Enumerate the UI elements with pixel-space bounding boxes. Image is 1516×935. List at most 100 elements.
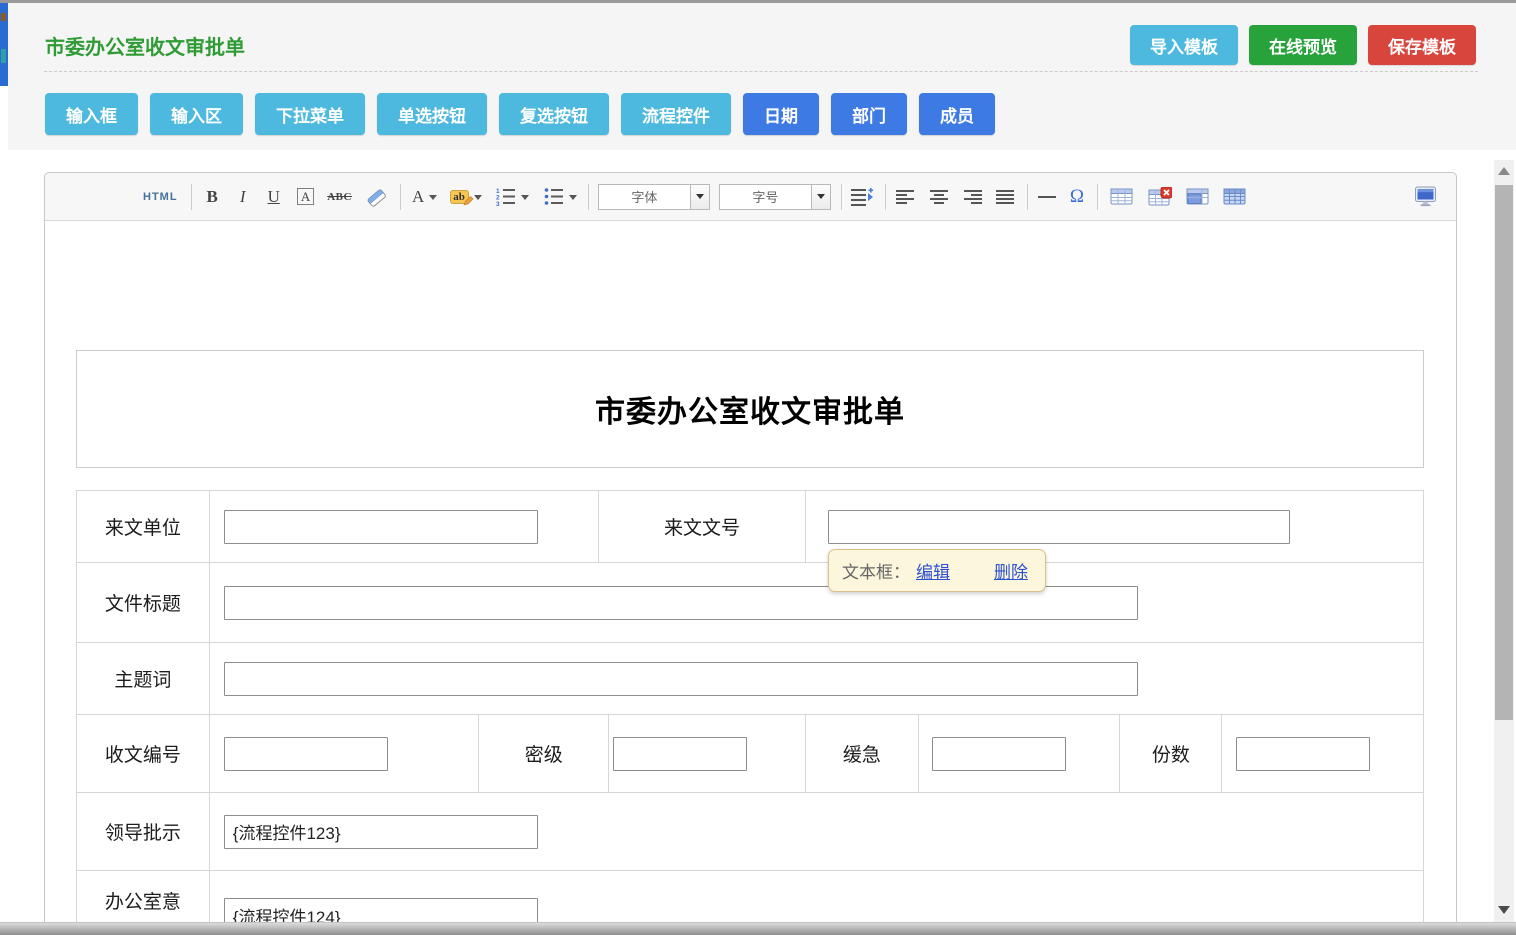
insert-table-icon[interactable] <box>1110 187 1133 206</box>
highlight-icon[interactable]: ab <box>450 190 482 204</box>
editor-toolbar: HTML B I U A ABC A ab <box>45 173 1456 221</box>
align-center-icon[interactable] <box>929 189 949 205</box>
table-row: 文件标题 <box>77 563 1423 643</box>
dropdown-button[interactable] <box>690 185 709 209</box>
scroll-down-arrow-icon[interactable] <box>1498 906 1510 914</box>
edit-field-link[interactable]: 编辑 <box>916 558 950 583</box>
save-template-button[interactable]: 保存模板 <box>1368 25 1476 65</box>
scroll-up-arrow-icon[interactable] <box>1498 167 1510 175</box>
incoming-doc-number-input[interactable] <box>828 510 1290 544</box>
header-divider <box>44 71 1478 72</box>
align-right-icon[interactable] <box>962 189 982 205</box>
incoming-unit-input[interactable] <box>224 510 538 544</box>
form-title-box: 市委办公室收文审批单 <box>76 350 1424 468</box>
tooltip-label: 文本框： <box>842 558 910 583</box>
strikethrough-icon[interactable]: ABC <box>327 191 352 203</box>
field-cell <box>210 715 480 792</box>
add-textarea-button[interactable]: 输入区 <box>150 93 243 135</box>
template-action-buttons: 导入模板 在线预览 保存模板 <box>1130 25 1476 65</box>
approval-form-table: 来文单位 来文文号 文件标题 主题词 <box>76 490 1424 935</box>
table-row: 领导批示 <box>77 793 1423 871</box>
table-row: 来文单位 来文文号 <box>77 491 1423 563</box>
add-input-box-button[interactable]: 输入框 <box>45 93 138 135</box>
toolbar-separator <box>885 184 886 210</box>
eraser-icon[interactable] <box>364 186 388 208</box>
add-radio-button[interactable]: 单选按钮 <box>377 93 487 135</box>
subject-words-input[interactable] <box>224 662 1138 696</box>
table-properties-icon[interactable] <box>1186 187 1209 206</box>
bold-icon[interactable]: B <box>207 187 218 207</box>
dropdown-caret-icon <box>474 195 482 204</box>
window-left-edge <box>0 3 8 86</box>
form-title: 市委办公室收文审批单 <box>595 387 905 431</box>
field-label: 缓急 <box>806 715 919 792</box>
dropdown-caret-icon <box>521 195 529 204</box>
field-cell <box>210 793 1423 870</box>
field-cell <box>210 643 1423 714</box>
indent-icon[interactable] <box>851 188 874 206</box>
font-color-icon[interactable]: A <box>412 187 437 207</box>
toolbar-separator <box>1027 184 1028 210</box>
import-template-button[interactable]: 导入模板 <box>1130 25 1238 65</box>
svg-text:3: 3 <box>496 201 500 206</box>
boxed-a-icon[interactable]: A <box>297 188 314 205</box>
dropdown-caret-icon <box>429 195 437 204</box>
field-label: 领导批示 <box>77 793 210 870</box>
field-label: 来文文号 <box>599 491 806 562</box>
add-date-button[interactable]: 日期 <box>743 93 819 135</box>
field-label: 份数 <box>1120 715 1222 792</box>
left-edge-mark <box>1 13 6 21</box>
editor-panel: HTML B I U A ABC A ab <box>44 172 1457 935</box>
top-header-band: 市委办公室收文审批单 导入模板 在线预览 保存模板 输入框 输入区 下拉菜单 单… <box>8 3 1516 150</box>
cell-properties-icon[interactable] <box>1223 187 1246 206</box>
font-size-select[interactable]: 字号 <box>719 184 831 210</box>
align-justify-icon[interactable] <box>995 189 1015 205</box>
toolbar-separator <box>400 184 401 210</box>
add-member-button[interactable]: 成员 <box>919 93 995 135</box>
delete-table-icon[interactable] <box>1148 187 1172 207</box>
delete-field-link[interactable]: 删除 <box>994 558 1028 583</box>
field-label: 密级 <box>479 715 609 792</box>
field-cell <box>609 715 806 792</box>
table-row: 收文编号 密级 缓急 份数 <box>77 715 1423 793</box>
field-label: 来文单位 <box>77 491 210 562</box>
online-preview-button[interactable]: 在线预览 <box>1249 25 1357 65</box>
html-source-icon[interactable]: HTML <box>143 191 178 203</box>
toolbar-separator <box>1097 184 1098 210</box>
scrollbar-thumb[interactable] <box>1495 185 1513 720</box>
field-cell <box>210 563 1423 642</box>
unordered-list-icon[interactable] <box>544 187 577 206</box>
security-level-input[interactable] <box>613 737 747 771</box>
toolbar-separator <box>841 184 842 210</box>
vertical-scrollbar[interactable] <box>1494 160 1514 922</box>
special-character-icon[interactable]: Ω <box>1070 186 1084 208</box>
add-checkbox-button[interactable]: 复选按钮 <box>499 93 609 135</box>
field-label: 主题词 <box>77 643 210 714</box>
table-row: 主题词 <box>77 643 1423 715</box>
dropdown-caret-icon <box>569 195 577 204</box>
add-department-button[interactable]: 部门 <box>831 93 907 135</box>
horizontal-rule-icon[interactable] <box>1038 196 1056 198</box>
pencil-icon <box>463 195 474 206</box>
toolbar-separator <box>191 184 192 210</box>
field-cell <box>919 715 1121 792</box>
form-control-buttons: 输入框 输入区 下拉菜单 单选按钮 复选按钮 流程控件 日期 部门 成员 <box>45 93 995 135</box>
underline-icon[interactable]: U <box>268 187 280 207</box>
dropdown-button[interactable] <box>811 185 830 209</box>
leader-instructions-input[interactable] <box>224 815 538 849</box>
ordered-list-icon[interactable]: 1 2 3 <box>496 187 529 206</box>
left-edge-mark <box>1 49 6 63</box>
field-label: 文件标题 <box>77 563 210 642</box>
add-flow-control-button[interactable]: 流程控件 <box>621 93 731 135</box>
italic-icon[interactable]: I <box>240 187 246 207</box>
receipt-number-input[interactable] <box>224 737 388 771</box>
align-left-icon[interactable] <box>896 189 916 205</box>
font-family-select[interactable]: 字体 <box>598 184 710 210</box>
fullscreen-icon[interactable] <box>1413 186 1438 207</box>
copies-count-input[interactable] <box>1236 737 1370 771</box>
add-dropdown-button[interactable]: 下拉菜单 <box>255 93 365 135</box>
urgency-input[interactable] <box>932 737 1066 771</box>
field-cell <box>210 491 599 562</box>
page-title: 市委办公室收文审批单 <box>45 31 245 60</box>
window-bottom-edge <box>0 922 1516 935</box>
